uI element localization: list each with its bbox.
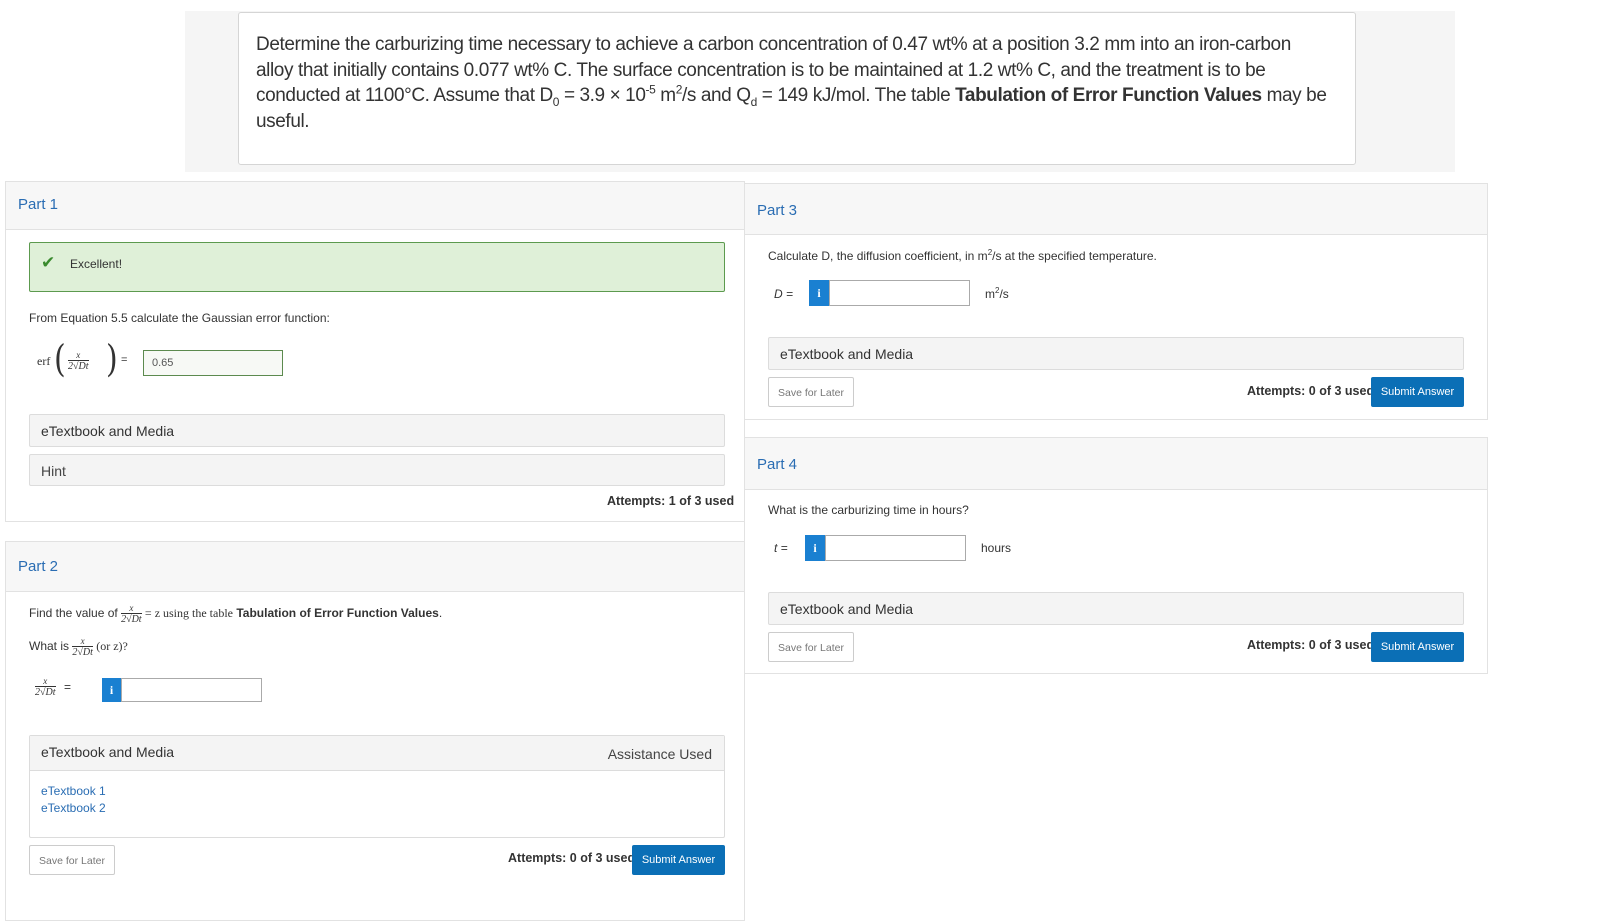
z-answer-input[interactable] <box>121 678 262 702</box>
erf-equals: = <box>121 354 128 366</box>
part-4-prompt: What is the carburizing time in hours? <box>768 503 969 517</box>
erf-answer-value: 0.65 <box>152 357 174 369</box>
part-3-header: Part 3 <box>745 184 1487 235</box>
problem-statement: Determine the carburizing time necessary… <box>238 12 1356 165</box>
t-unit: hours <box>981 541 1012 555</box>
answer-label-fraction: x 2√Dt = <box>35 676 71 698</box>
etextbook-label-2: eTextbook and Media <box>41 744 175 760</box>
submit-answer-button[interactable]: Submit Answer <box>1371 632 1464 662</box>
question-fraction: x 2√Dt <box>72 636 93 658</box>
assistance-used-label: Assistance Used <box>607 746 712 762</box>
etextbook-1-link[interactable]: eTextbook 1 <box>41 784 106 798</box>
error-table-link-2[interactable]: Tabulation of Error Function Values <box>236 606 438 620</box>
d-answer-input[interactable] <box>829 280 970 306</box>
part-4-header: Part 4 <box>745 438 1487 490</box>
save-for-later-button[interactable]: Save for Later <box>768 377 854 407</box>
etextbook-media-expanded: eTextbook and Media Assistance Used eTex… <box>29 735 725 838</box>
etextbook-label-3: eTextbook and Media <box>780 346 914 362</box>
save-for-later-button[interactable]: Save for Later <box>768 632 854 662</box>
problem-line-1: Determine the carburizing time necessary… <box>256 34 1291 55</box>
etextbook-media-panel-1[interactable]: eTextbook and Media <box>29 414 725 447</box>
part-3-prompt: Calculate D, the diffusion coefficient, … <box>768 248 1157 263</box>
part-2-attempts: Attempts: 0 of 3 used <box>508 851 636 865</box>
info-icon[interactable]: i <box>805 535 825 561</box>
part-1-header: Part 1 <box>6 182 744 230</box>
t-label: t = <box>774 541 788 555</box>
part-2-prompt: Find the value of x 2√Dt = z using the ta… <box>29 603 443 625</box>
part-1-prompt: From Equation 5.5 calculate the Gaussian… <box>29 311 330 325</box>
etextbook-label-4: eTextbook and Media <box>780 601 914 617</box>
info-icon[interactable]: i <box>809 280 829 306</box>
success-feedback: ✔ Excellent! <box>29 242 725 292</box>
hint-panel[interactable]: Hint <box>29 454 725 486</box>
left-paren: ( <box>54 337 66 382</box>
etextbook-header[interactable]: eTextbook and Media Assistance Used <box>30 736 724 771</box>
part-2-title: Part 2 <box>18 558 59 575</box>
part-2-question: What is x 2√Dt (or z)? <box>29 636 128 658</box>
erf-fraction: x 2√Dt <box>68 350 89 372</box>
error-table-link[interactable]: Tabulation of Error Function Values <box>955 85 1262 106</box>
d-label: D = <box>774 287 794 301</box>
part-1-attempts: Attempts: 1 of 3 used <box>607 494 735 508</box>
etextbook-media-panel-3[interactable]: eTextbook and Media <box>768 337 1464 370</box>
part-2-panel: Part 2 Find the value of x 2√Dt = z using… <box>5 541 745 921</box>
feedback-text: Excellent! <box>70 257 123 271</box>
right-paren: ) <box>106 337 118 382</box>
checkmark-icon: ✔ <box>41 253 56 273</box>
erf-label: erf <box>37 354 51 368</box>
part-4-attempts: Attempts: 0 of 3 used <box>1247 638 1375 652</box>
part-2-header: Part 2 <box>6 542 744 592</box>
problem-line-3: conducted at 1100°C. Assume that D0 = 3.… <box>256 82 1327 109</box>
part-3-title: Part 3 <box>757 202 798 219</box>
submit-answer-button[interactable]: Submit Answer <box>632 845 725 875</box>
submit-answer-button[interactable]: Submit Answer <box>1371 377 1464 407</box>
part-4-title: Part 4 <box>757 456 798 473</box>
t-answer-input[interactable] <box>825 535 966 561</box>
d-unit: m2/s <box>985 286 1009 301</box>
part-1-panel: Part 1 ✔ Excellent! From Equation 5.5 ca… <box>5 181 745 522</box>
part-1-title: Part 1 <box>18 196 59 213</box>
etextbook-media-panel-4[interactable]: eTextbook and Media <box>768 592 1464 625</box>
etextbook-label: eTextbook and Media <box>41 423 175 439</box>
erf-answer-field[interactable]: 0.65 <box>143 350 283 376</box>
erf-expression: erf ( x 2√Dt ) = <box>36 338 136 382</box>
problem-line-2: alloy that initially contains 0.077 wt% … <box>256 59 1266 81</box>
etextbook-2-link[interactable]: eTextbook 2 <box>41 801 106 815</box>
hint-label: Hint <box>41 463 66 479</box>
problem-line-4: useful. <box>256 110 310 132</box>
fraction-x-over-2sqrtdt: x 2√Dt <box>121 603 142 625</box>
part-3-attempts: Attempts: 0 of 3 used <box>1247 384 1375 398</box>
save-for-later-button[interactable]: Save for Later <box>29 845 115 875</box>
part-3-panel: Part 3 Calculate D, the diffusion coeffi… <box>744 183 1488 420</box>
part-4-panel: Part 4 What is the carburizing time in h… <box>744 437 1488 674</box>
info-icon[interactable]: i <box>102 678 121 702</box>
